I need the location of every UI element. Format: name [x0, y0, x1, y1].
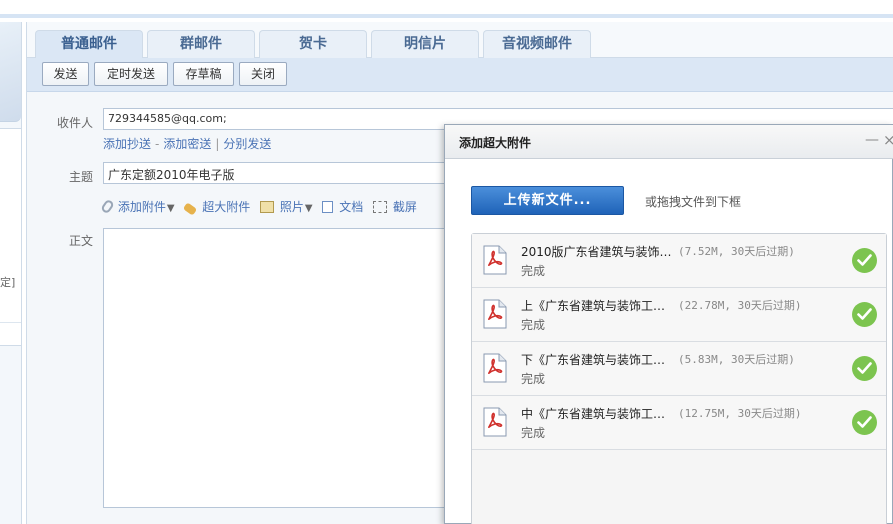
pdf-file-icon	[483, 245, 507, 275]
screenshot-button[interactable]: 截屏	[373, 198, 417, 215]
file-item[interactable]: 上《广东省建筑与装饰工… (22.78M, 30天后过期) 完成	[472, 288, 886, 342]
file-status: 完成	[521, 426, 546, 440]
close-icon[interactable]: ×	[883, 131, 893, 149]
sidebar-divider	[0, 322, 21, 323]
dialog-title: 添加超大附件	[459, 136, 532, 150]
file-meta: (5.83M, 30天后过期)	[678, 353, 795, 366]
dialog-header: 添加超大附件 — ×	[445, 125, 893, 159]
photo-icon	[260, 201, 275, 213]
upload-new-file-button[interactable]: 上传新文件...	[471, 186, 624, 215]
check-icon	[852, 356, 877, 381]
file-meta: (7.52M, 30天后过期)	[678, 245, 795, 258]
chevron-down-icon[interactable]: ▼	[305, 203, 313, 214]
tab-av-mail[interactable]: 音视频邮件	[483, 30, 591, 58]
to-label: 收件人	[56, 116, 93, 130]
file-item[interactable]: 中《广东省建筑与装饰工… (12.75M, 30天后过期) 完成	[472, 396, 886, 450]
body-label: 正文	[68, 234, 93, 248]
file-meta: (22.78M, 30天后过期)	[678, 299, 802, 312]
document-button[interactable]: 文档	[322, 198, 363, 215]
separate-send-link[interactable]: 分别发送	[223, 137, 271, 151]
recipient-options: 添加抄送 - 添加密送 | 分别发送	[103, 135, 271, 152]
save-draft-button[interactable]: 存草稿	[173, 62, 234, 86]
file-item[interactable]: 2010版广东省建筑与装饰… (7.52M, 30天后过期) 完成	[472, 234, 886, 288]
big-attachment-dialog: 添加超大附件 — × 上传新文件... 或拖拽文件到下框 2010版广东省建筑与…	[444, 124, 893, 524]
pdf-file-icon	[483, 299, 507, 329]
separator: |	[215, 137, 220, 151]
screenshot-icon	[373, 201, 388, 213]
add-attachment-button[interactable]: 添加附件▼	[100, 198, 175, 215]
sidebar-panel-top	[0, 22, 21, 122]
file-meta: (12.75M, 30天后过期)	[678, 407, 802, 420]
close-button[interactable]: 关闭	[239, 62, 287, 86]
tab-normal-mail[interactable]: 普通邮件	[35, 30, 143, 58]
drag-hint: 或拖拽文件到下框	[645, 195, 742, 209]
subject-label: 主题	[68, 170, 93, 184]
file-name: 2010版广东省建筑与装饰…	[521, 245, 672, 259]
timed-send-button[interactable]: 定时发送	[94, 62, 168, 86]
file-status: 完成	[521, 264, 546, 278]
tab-postcard[interactable]: 明信片	[371, 30, 479, 58]
minimize-icon[interactable]: —	[865, 132, 879, 148]
chevron-down-icon[interactable]: ▼	[167, 203, 175, 214]
compose-tabs: 普通邮件 群邮件 贺卡 明信片 音视频邮件	[27, 22, 893, 58]
big-attachment-button[interactable]: 超大附件	[183, 198, 250, 216]
separator: -	[155, 137, 160, 151]
add-bcc-link[interactable]: 添加密送	[163, 137, 211, 151]
document-icon	[322, 201, 334, 213]
photo-button[interactable]: 照片▼	[260, 198, 313, 215]
check-icon	[852, 410, 877, 435]
uploaded-file-list[interactable]: 2010版广东省建筑与装饰… (7.52M, 30天后过期) 完成 上《广东省建…	[471, 233, 887, 524]
file-item[interactable]: 下《广东省建筑与装饰工… (5.83M, 30天后过期) 完成	[472, 342, 886, 396]
file-status: 完成	[521, 318, 546, 332]
attachment-toolbar: 添加附件▼ 超大附件 照片▼ 文档 截屏	[100, 198, 423, 216]
sidebar-panel-folders	[0, 128, 21, 346]
send-button[interactable]: 发送	[42, 62, 89, 86]
add-cc-link[interactable]: 添加抄送	[103, 137, 151, 151]
tab-greeting-card[interactable]: 贺卡	[259, 30, 367, 58]
file-name: 中《广东省建筑与装饰工…	[521, 407, 666, 421]
file-name: 下《广东省建筑与装饰工…	[521, 353, 666, 367]
file-status: 完成	[521, 372, 546, 386]
tab-group-mail[interactable]: 群邮件	[147, 30, 255, 58]
check-icon	[852, 302, 877, 327]
sidebar-text-fragment: 定]	[0, 276, 16, 289]
pdf-file-icon	[483, 353, 507, 383]
check-icon	[852, 248, 877, 273]
gold-paperclip-icon	[183, 202, 198, 216]
pdf-file-icon	[483, 407, 507, 437]
file-name: 上《广东省建筑与装饰工…	[521, 299, 666, 313]
paperclip-icon	[100, 198, 115, 215]
left-sidebar: 定]	[0, 22, 22, 524]
top-strip	[0, 0, 893, 18]
compose-toolbar: 发送 定时发送 存草稿 关闭	[27, 58, 893, 92]
